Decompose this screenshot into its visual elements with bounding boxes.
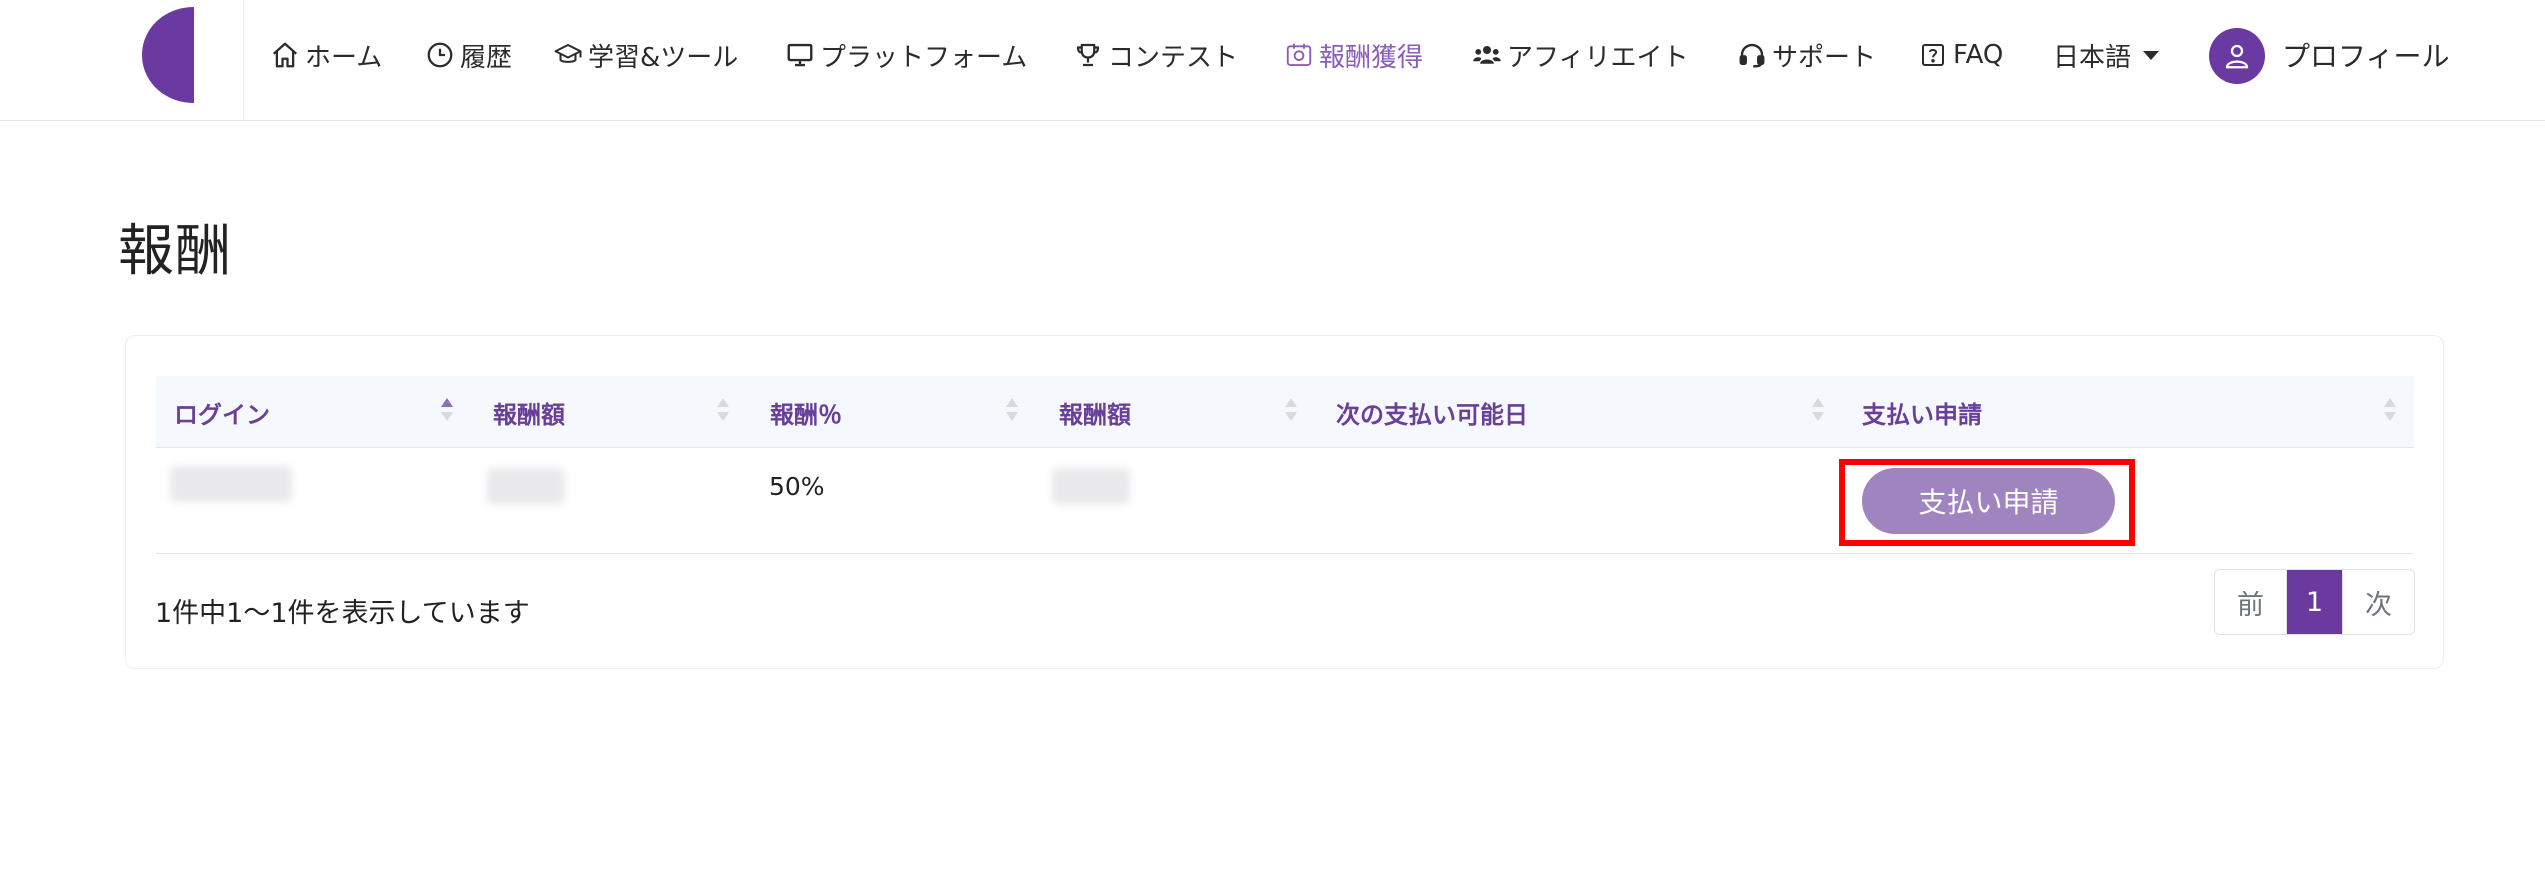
navbar-divider: [243, 0, 244, 121]
user-icon: [2225, 44, 2249, 69]
table-info: 1件中1〜1件を表示しています: [155, 597, 530, 629]
column-header-reward-percent[interactable]: 報酬％: [770, 376, 842, 448]
nav-item-label: ホーム: [305, 42, 383, 73]
headset-icon: [1739, 43, 1765, 68]
nav-item-platform[interactable]: プラットフォーム: [785, 34, 1027, 76]
sort-icon[interactable]: [717, 398, 729, 426]
column-header-login[interactable]: ログイン: [174, 376, 270, 448]
nav-item-label: コンテスト: [1108, 42, 1239, 73]
column-header-next-pay-date[interactable]: 次の支払い可能日: [1336, 376, 1528, 448]
home-icon: [273, 42, 297, 68]
pagination-page-1[interactable]: 1: [2287, 570, 2342, 634]
nav-item-label: サポート: [1772, 42, 1877, 73]
sort-icon[interactable]: [1812, 398, 1824, 426]
sort-icon[interactable]: [1006, 398, 1018, 426]
nav-item-label: 履歴: [460, 42, 513, 73]
graduation-cap-icon: [554, 44, 582, 63]
nav-item-label: プラットフォーム: [820, 42, 1028, 73]
column-header-payment-request[interactable]: 支払い申請: [1862, 376, 1982, 448]
users-icon: [1473, 46, 1501, 64]
column-header-reward-amount-2[interactable]: 報酬額: [1059, 376, 1131, 448]
trophy-icon: [1076, 43, 1100, 67]
nav-item-label: 学習&ツール: [588, 42, 739, 73]
sort-icon[interactable]: [441, 398, 453, 426]
pagination: 前 1 次: [2214, 569, 2415, 635]
nav-item-faq[interactable]: FAQ: [1918, 34, 2003, 76]
page-title: 報酬: [118, 219, 232, 284]
nav-item-label: 報酬獲得: [1319, 42, 1424, 73]
clock-icon: [427, 42, 453, 68]
nav-item-label: FAQ: [1953, 40, 2004, 70]
nav-item-affiliate[interactable]: アフィリエイト: [1472, 34, 1688, 76]
redacted-reward-amount: [487, 468, 565, 504]
row-divider: [156, 553, 2414, 554]
nav-item-home[interactable]: ホーム: [270, 34, 382, 76]
redacted-login: [170, 466, 292, 502]
language-dropdown[interactable]: 日本語: [2053, 34, 2160, 76]
brand-logo[interactable]: [142, 7, 194, 103]
redacted-reward-amount-2: [1052, 468, 1130, 504]
language-label: 日本語: [2053, 42, 2132, 73]
pagination-prev-button[interactable]: 前: [2215, 570, 2287, 634]
reward-icon: [1286, 43, 1312, 66]
reward-percent-cell: 50%: [769, 471, 825, 501]
column-header-reward-amount[interactable]: 報酬額: [493, 376, 565, 448]
avatar[interactable]: [2209, 28, 2265, 84]
question-box-icon: [1922, 44, 1944, 66]
payment-request-button[interactable]: 支払い申請: [1862, 468, 2115, 534]
nav-item-label: アフィリエイト: [1507, 42, 1689, 73]
top-navbar: ホーム 履歴 学習&ツール プラットフォーム コンテスト 報酬獲得 アフィリエイ…: [0, 0, 2545, 121]
nav-item-contest[interactable]: コンテスト: [1073, 34, 1238, 76]
nav-item-support[interactable]: サポート: [1737, 34, 1876, 76]
pagination-next-button[interactable]: 次: [2342, 570, 2414, 634]
sort-icon[interactable]: [2384, 398, 2396, 426]
nav-item-earn-rewards[interactable]: 報酬獲得: [1284, 34, 1423, 76]
sort-icon[interactable]: [1285, 398, 1297, 426]
profile-link[interactable]: プロフィール: [2282, 34, 2449, 76]
chevron-down-icon: [2143, 50, 2160, 60]
nav-item-history[interactable]: 履歴: [425, 34, 512, 76]
table-header: ログイン 報酬額 報酬％ 報酬額 次の支払い可能日 支払い申請: [156, 376, 2414, 448]
monitor-icon: [787, 43, 813, 67]
nav-item-learning-tools[interactable]: 学習&ツール: [553, 34, 738, 76]
